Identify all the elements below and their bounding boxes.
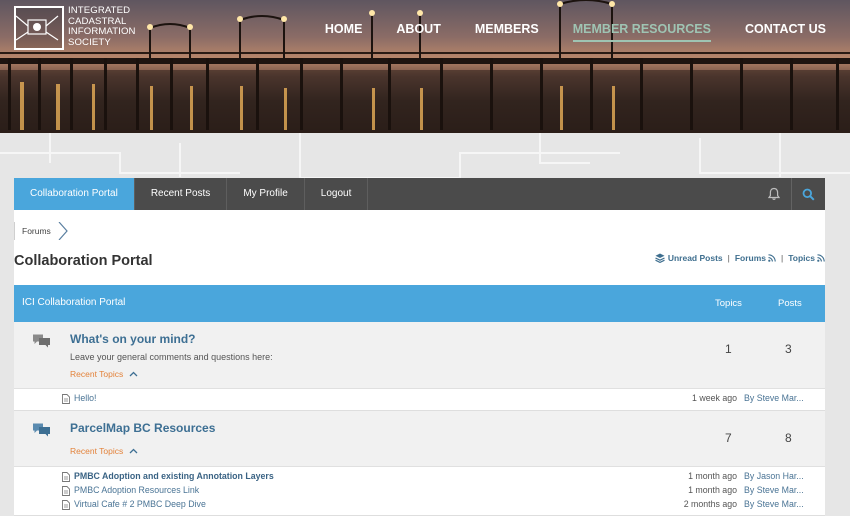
topic-author[interactable]: By Steve Mar...	[744, 393, 808, 403]
posts-count: 3	[785, 342, 792, 356]
forum-title[interactable]: What's on your mind?	[70, 332, 196, 346]
topic-title[interactable]: PMBC Adoption Resources Link	[74, 485, 199, 495]
forum-row: ParcelMap BC Resources Recent Topics 7 8	[14, 411, 825, 467]
nav-about[interactable]: ABOUT	[396, 22, 440, 42]
logo-emblem-icon	[14, 6, 64, 50]
logo-line: SOCIETY	[68, 36, 111, 48]
topic-item[interactable]: Virtual Cafe # 2 PMBC Deep Dive 2 months…	[62, 499, 825, 512]
topic-item[interactable]: PMBC Adoption Resources Link 1 month ago…	[62, 485, 825, 498]
notifications-button[interactable]	[757, 178, 791, 210]
breadcrumb-forums[interactable]: Forums	[14, 222, 58, 240]
nav-members[interactable]: MEMBERS	[475, 22, 539, 42]
topic-item[interactable]: Hello! 1 week ago By Steve Mar...	[62, 393, 825, 406]
document-icon	[62, 394, 70, 404]
tab-collaboration-portal[interactable]: Collaboration Portal	[14, 178, 135, 210]
tab-recent-posts[interactable]: Recent Posts	[135, 178, 228, 210]
chevron-up-icon	[129, 448, 138, 454]
rss-icon	[768, 254, 776, 262]
topic-date: 1 month ago	[688, 485, 737, 495]
logo-text: INTEGRATED CADASTRAL INFORMATION SOCIETY	[68, 5, 136, 48]
nav-member-resources[interactable]: MEMBER RESOURCES	[572, 22, 711, 42]
toolbar-tools	[757, 178, 825, 210]
breadcrumb: Forums	[14, 222, 68, 240]
tab-my-profile[interactable]: My Profile	[227, 178, 305, 210]
topic-title[interactable]: PMBC Adoption and existing Annotation La…	[74, 471, 274, 481]
recent-topics-toggle[interactable]: Recent Topics	[70, 446, 138, 456]
topics-feed-link[interactable]: Topics	[788, 253, 825, 263]
recent-topic-list: Hello! 1 week ago By Steve Mar...	[14, 389, 825, 411]
posts-count: 8	[785, 431, 792, 445]
search-icon	[802, 188, 815, 201]
topic-author[interactable]: By Steve Mar...	[744, 499, 808, 509]
topic-title[interactable]: Virtual Cafe # 2 PMBC Deep Dive	[74, 499, 206, 509]
forums-feed-label: Forums	[734, 253, 767, 263]
document-icon	[62, 486, 70, 496]
hero-banner: INTEGRATED CADASTRAL INFORMATION SOCIETY…	[0, 0, 850, 133]
topic-title[interactable]: Hello!	[74, 393, 97, 403]
separator: |	[781, 253, 784, 263]
nav-home[interactable]: HOME	[325, 22, 363, 42]
topics-column-header: Topics	[715, 298, 742, 309]
site-logo[interactable]: INTEGRATED CADASTRAL INFORMATION SOCIETY	[14, 5, 136, 50]
unread-posts-link[interactable]: Unread Posts	[668, 253, 723, 263]
topic-author[interactable]: By Steve Mar...	[744, 485, 808, 495]
tab-logout[interactable]: Logout	[305, 178, 369, 210]
chat-bubbles-icon	[33, 423, 50, 437]
forum-category-header: ICI Collaboration Portal Topics Posts	[14, 285, 825, 322]
logo-line: INTEGRATED	[68, 5, 131, 16]
recent-topic-list: PMBC Adoption and existing Annotation La…	[14, 467, 825, 516]
forum-toolbar: Collaboration Portal Recent Posts My Pro…	[14, 178, 825, 210]
utility-links: Unread Posts | Forums | Topics	[653, 253, 825, 263]
topics-count: 7	[725, 431, 732, 445]
topic-date: 2 months ago	[683, 499, 737, 509]
document-icon	[62, 500, 70, 510]
topic-date: 1 month ago	[688, 471, 737, 481]
main-nav: HOME ABOUT MEMBERS MEMBER RESOURCES CONT…	[291, 22, 826, 42]
chat-bubbles-icon	[33, 334, 50, 348]
recent-topics-label: Recent Topics	[70, 446, 124, 456]
forum-row: What's on your mind? Leave your general …	[14, 322, 825, 389]
topics-count: 1	[725, 342, 732, 356]
separator: |	[727, 253, 730, 263]
recent-topics-label: Recent Topics	[70, 369, 124, 379]
topic-date: 1 week ago	[692, 393, 737, 403]
forum-panel: Forums Collaboration Portal Unread Posts…	[14, 210, 825, 516]
forum-description: Leave your general comments and question…	[70, 352, 273, 362]
search-button[interactable]	[791, 178, 825, 210]
nav-contact-us[interactable]: CONTACT US	[745, 22, 826, 42]
document-icon	[62, 472, 70, 482]
posts-column-header: Posts	[778, 298, 802, 309]
topic-item[interactable]: PMBC Adoption and existing Annotation La…	[62, 471, 825, 484]
topic-author[interactable]: By Jason Har...	[744, 471, 808, 481]
layers-icon	[655, 253, 665, 263]
page-title: Collaboration Portal	[14, 253, 153, 269]
chevron-up-icon	[129, 371, 138, 377]
forums-feed-link[interactable]: Forums	[735, 253, 776, 263]
category-name[interactable]: ICI Collaboration Portal	[22, 297, 125, 308]
breadcrumb-chevron-icon	[58, 222, 68, 240]
topics-feed-label: Topics	[788, 253, 815, 263]
rss-icon	[817, 254, 825, 262]
forum-title[interactable]: ParcelMap BC Resources	[70, 421, 215, 435]
recent-topics-toggle[interactable]: Recent Topics	[70, 369, 138, 379]
bell-icon	[767, 187, 781, 200]
